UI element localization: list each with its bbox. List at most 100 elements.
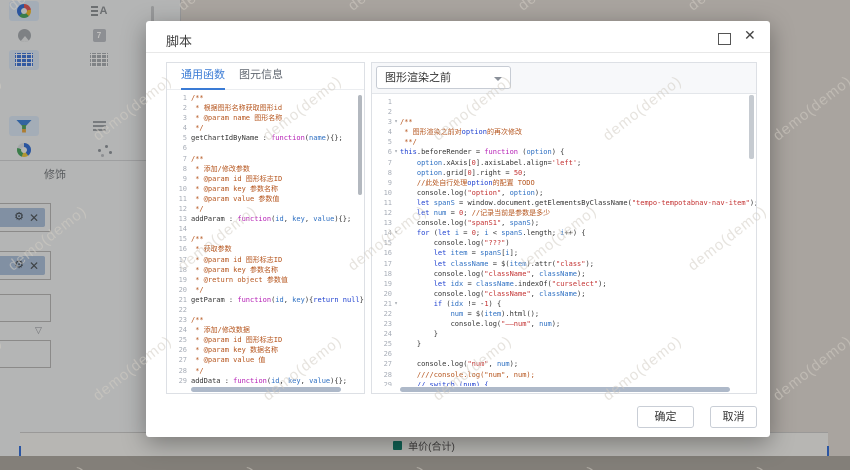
close-icon[interactable]: ✕	[744, 27, 756, 44]
fold-marker-icon[interactable]: ▾	[392, 147, 400, 157]
code-line: 9 //此处自行处理option的配置 TODO	[372, 178, 756, 188]
code-line: 25 * @param id 图形标志ID	[167, 335, 364, 345]
code-line: 13 console.log("spanS1", spanS);	[372, 218, 756, 228]
line-number: 8	[372, 168, 392, 178]
line-number: 25	[167, 335, 187, 345]
code-line: 5 **/	[372, 137, 756, 147]
code-line: 3 * @param name 图形名称	[167, 113, 364, 123]
fold-marker-icon	[392, 289, 400, 299]
line-number: 3	[372, 117, 392, 127]
code-line: 19 * @return object 参数值	[167, 275, 364, 285]
line-number: 22	[372, 309, 392, 319]
cancel-button[interactable]: 取消	[710, 406, 757, 428]
code-line: 23/**	[167, 315, 364, 325]
line-number: 27	[372, 359, 392, 369]
code-line: 8 option.grid[0].right = 50;	[372, 168, 756, 178]
line-number: 13	[167, 214, 187, 224]
fold-marker-icon	[392, 370, 400, 380]
line-number: 1	[372, 97, 392, 107]
fold-marker-icon	[392, 269, 400, 279]
code-line: 11 let spanS = window.document.getElemen…	[372, 198, 756, 208]
code-line: 10 * @param key 参数名称	[167, 184, 364, 194]
fold-marker-icon	[392, 248, 400, 258]
line-number: 26	[167, 345, 187, 355]
fold-marker-icon[interactable]: ▾	[392, 228, 400, 238]
fold-marker-icon[interactable]: ▾	[392, 117, 400, 127]
code-line: 14	[167, 224, 364, 234]
line-number: 23	[167, 315, 187, 325]
fold-marker-icon	[392, 127, 400, 137]
line-number: 5	[372, 137, 392, 147]
code-line: 27 console.log("num", num);	[372, 359, 756, 369]
code-line: 26 * @param key 数据名称	[167, 345, 364, 355]
fold-marker-icon	[392, 97, 400, 107]
line-number: 29	[167, 376, 187, 386]
code-line: 6▾this.beforeRender = function (option) …	[372, 147, 756, 157]
fold-marker-icon[interactable]: ▾	[392, 299, 400, 309]
common-functions-panel: 通用函数 图元信息 1/**2 * 根据图形名称获取图形id3 * @param…	[166, 62, 365, 394]
line-number: 28	[372, 370, 392, 380]
code-line: 3▾/**	[372, 117, 756, 127]
line-number: 13	[372, 218, 392, 228]
code-line: 17 * @param id 图形标志ID	[167, 255, 364, 265]
code-line: 1/**	[167, 93, 364, 103]
code-line: 21▾ if (idx != -1) {	[372, 299, 756, 309]
code-line: 26	[372, 349, 756, 359]
code-line: 29 // switch (num) {	[372, 380, 756, 386]
line-number: 18	[372, 269, 392, 279]
ok-button[interactable]: 确定	[637, 406, 694, 428]
line-number: 15	[372, 238, 392, 248]
tab-common-functions[interactable]: 通用函数	[181, 63, 225, 90]
left-code-editor[interactable]: 1/**2 * 根据图形名称获取图形id3 * @param name 图形名称…	[167, 89, 364, 386]
code-line: 18 console.log("className", className);	[372, 269, 756, 279]
fold-marker-icon	[392, 349, 400, 359]
fold-marker-icon	[187, 143, 191, 153]
line-number: 14	[167, 224, 187, 234]
line-number: 19	[167, 275, 187, 285]
line-number: 26	[372, 349, 392, 359]
line-number: 21	[372, 299, 392, 309]
tab-element-info[interactable]: 图元信息	[239, 63, 283, 88]
code-line: 9 * @param id 图形标志ID	[167, 174, 364, 184]
vertical-scrollbar[interactable]	[749, 95, 754, 159]
vertical-scrollbar[interactable]	[358, 95, 362, 195]
line-number: 16	[372, 248, 392, 258]
line-number: 5	[167, 133, 187, 143]
code-line: 16 let item = spanS[i];	[372, 248, 756, 258]
code-line: 23 console.log("——num", num);	[372, 319, 756, 329]
line-number: 1	[167, 93, 187, 103]
horizontal-scrollbar[interactable]	[191, 387, 341, 392]
fold-marker-icon	[392, 178, 400, 188]
code-line: 29addData : function(id, key, value){};	[167, 376, 364, 386]
code-line: 22 num = $(item).html();	[372, 309, 756, 319]
line-number: 7	[372, 158, 392, 168]
fold-marker-icon	[392, 309, 400, 319]
fold-marker-icon	[187, 305, 191, 315]
code-line: 11 * @param value 参数值	[167, 194, 364, 204]
code-line: 21getParam : function(id, key){return nu…	[167, 295, 364, 305]
select-value: 图形渲染之前	[385, 72, 451, 84]
line-number: 17	[372, 259, 392, 269]
code-line: 17 let className = $(item).attr("class")…	[372, 259, 756, 269]
code-line: 25 }	[372, 339, 756, 349]
line-number: 6	[372, 147, 392, 157]
line-number: 28	[167, 366, 187, 376]
line-number: 8	[167, 164, 187, 174]
render-stage-select[interactable]: 图形渲染之前	[376, 66, 511, 89]
fold-marker-icon	[392, 218, 400, 228]
maximize-icon[interactable]	[718, 33, 731, 45]
code-line: 14▾ for (let i = 0; i < spanS.length; i+…	[372, 228, 756, 238]
right-code-editor[interactable]: 123▾/**4 * 图形渲染之前对option的再次修改5 **/6▾this…	[372, 93, 756, 386]
line-number: 9	[167, 174, 187, 184]
line-number: 10	[372, 188, 392, 198]
code-line: 15/**	[167, 234, 364, 244]
line-number: 24	[372, 329, 392, 339]
line-number: 3	[167, 113, 187, 123]
code-line: 20 */	[167, 285, 364, 295]
code-line: 8 * 添加/修改参数	[167, 164, 364, 174]
horizontal-scrollbar[interactable]	[400, 387, 730, 392]
code-line: 20 console.log("className", className);	[372, 289, 756, 299]
line-number: 27	[167, 355, 187, 365]
code-line: 24 * 添加/修改数据	[167, 325, 364, 335]
code-line: 13addParam : function(id, key, value){};	[167, 214, 364, 224]
